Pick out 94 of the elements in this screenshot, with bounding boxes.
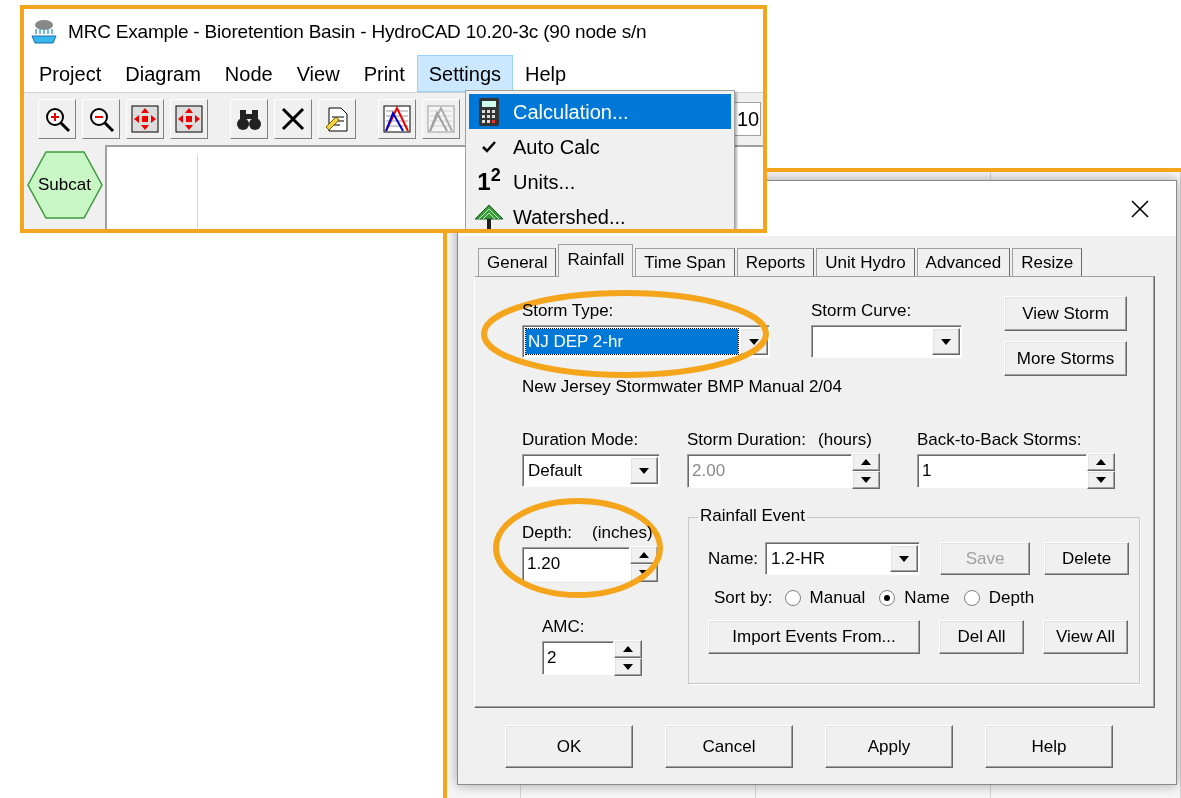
spin-up-button[interactable] [852, 453, 880, 471]
menu-item[interactable]: Node [212, 55, 285, 92]
unit-label: (hours) [818, 430, 872, 450]
caret-icon [1096, 459, 1106, 465]
field-label: Storm Type: [522, 301, 615, 321]
storm-description: New Jersey Stormwater BMP Manual 2/04 [522, 377, 843, 397]
dropdown-button[interactable] [890, 545, 919, 572]
radio-button[interactable] [784, 590, 801, 606]
tab[interactable]: Time Span [635, 248, 735, 276]
spin-down-button[interactable] [852, 471, 880, 489]
radio-button[interactable] [963, 590, 980, 606]
storm-type-dropdown[interactable]: NJ DEP 2-hr [522, 325, 770, 358]
check-icon [481, 139, 497, 154]
caret-icon [623, 646, 633, 652]
calculator-icon [478, 96, 500, 127]
dropdown-button[interactable] [630, 457, 658, 484]
menu-item[interactable]: Diagram [113, 55, 213, 92]
spin-down-button[interactable] [1087, 471, 1115, 489]
app-icon [30, 18, 58, 46]
field-label: Storm Curve: [811, 301, 913, 321]
storm-curve-dropdown[interactable] [811, 325, 962, 358]
radio-label: Manual [809, 588, 866, 608]
menu-item-label: Units... [513, 169, 576, 195]
caret-icon [861, 459, 871, 465]
subcatchment-node[interactable]: Subcat [26, 151, 103, 219]
toolbar-button[interactable] [230, 99, 268, 139]
spin-up-button[interactable] [630, 546, 658, 564]
menu-item-label: Watershed... [513, 204, 626, 229]
menu-item-label: Auto Calc [513, 134, 600, 160]
close-icon [1131, 199, 1149, 218]
toolbar-button[interactable] [82, 99, 120, 139]
menu-item[interactable]: Auto Calc [469, 129, 731, 164]
field-label: Storm Duration: [687, 430, 807, 450]
caret-icon [1096, 477, 1106, 483]
tab[interactable]: Unit Hydro [816, 248, 915, 276]
duration-mode-dropdown[interactable]: Default [522, 454, 660, 487]
dialog-button[interactable]: Import Events From... [708, 620, 920, 654]
menu-item[interactable]: View [284, 55, 352, 92]
caret-icon [639, 570, 649, 576]
radio-label: Depth [988, 588, 1035, 608]
caret-icon [861, 477, 871, 483]
tree-icon [474, 203, 504, 229]
radio-label: Name [904, 588, 950, 608]
field-label: Duration Mode: [522, 430, 640, 450]
menu-item[interactable]: Project [27, 55, 114, 92]
dialog-button[interactable]: View Storm [1004, 296, 1127, 331]
zoom-field[interactable]: 10 [733, 102, 761, 136]
event-name-dropdown[interactable]: 1.2-HR [765, 542, 921, 575]
caret-icon [941, 338, 951, 345]
dropdown-button[interactable] [932, 328, 960, 355]
field-label: AMC: [542, 617, 586, 637]
toolbar-button[interactable] [378, 99, 416, 139]
dialog-button[interactable]: More Storms [1004, 341, 1127, 376]
spin-up-button[interactable] [614, 640, 642, 658]
field-label: Depth: [522, 523, 573, 543]
dialog-button[interactable]: Del All [939, 620, 1024, 654]
amc-field[interactable]: 2 [542, 641, 614, 675]
caret-icon [639, 552, 649, 558]
dialog-button[interactable]: Delete [1044, 542, 1130, 575]
tab[interactable]: Advanced [916, 248, 1011, 276]
field-label: Name: [708, 548, 759, 569]
window-title: MRC Example - Bioretention Basin - HydroCAD 10.20-3c (90 node s/n [68, 19, 647, 44]
toolbar-button[interactable] [274, 99, 312, 139]
dialog-button[interactable]: Help [985, 725, 1113, 768]
spin-down-button[interactable] [614, 658, 642, 676]
caret-icon [899, 555, 910, 562]
menu-item[interactable]: Print [351, 55, 417, 92]
field-label: Back-to-Back Storms: [917, 430, 1083, 450]
depth-field[interactable]: 1.20 [522, 547, 630, 581]
field-label: Sort by: [714, 588, 773, 608]
dialog-button[interactable]: OK [505, 725, 633, 768]
unit-label: (inches) [592, 523, 653, 543]
dialog-button[interactable]: Apply [825, 725, 953, 768]
menu-item-label: Calculation... [513, 99, 629, 125]
menu-item[interactable]: Help [513, 55, 579, 92]
toolbar-button[interactable] [38, 99, 76, 139]
spin-up-button[interactable] [1087, 453, 1115, 471]
caret-icon [639, 467, 649, 474]
tab[interactable]: Rainfall [558, 244, 634, 277]
tab[interactable]: Reports [736, 248, 815, 276]
dialog-button[interactable]: Cancel [665, 725, 793, 768]
tab[interactable]: Resize [1012, 248, 1083, 276]
tab[interactable]: General [478, 248, 557, 276]
radio-button[interactable] [879, 590, 896, 606]
units-icon: 1$^{2}$ [477, 169, 501, 194]
back-to-back-field[interactable]: 1 [917, 454, 1087, 488]
caret-icon [749, 338, 759, 345]
caret-icon [623, 664, 633, 670]
dialog-button[interactable]: View All [1043, 620, 1128, 654]
toolbar-button[interactable] [318, 99, 356, 139]
menu-item[interactable]: Settings [416, 55, 514, 92]
menu-item[interactable]: Calculation... [469, 94, 731, 129]
menu-item[interactable]: Watershed... [469, 199, 731, 229]
menu-item[interactable]: 1$^{2}$ Units... [469, 164, 731, 199]
